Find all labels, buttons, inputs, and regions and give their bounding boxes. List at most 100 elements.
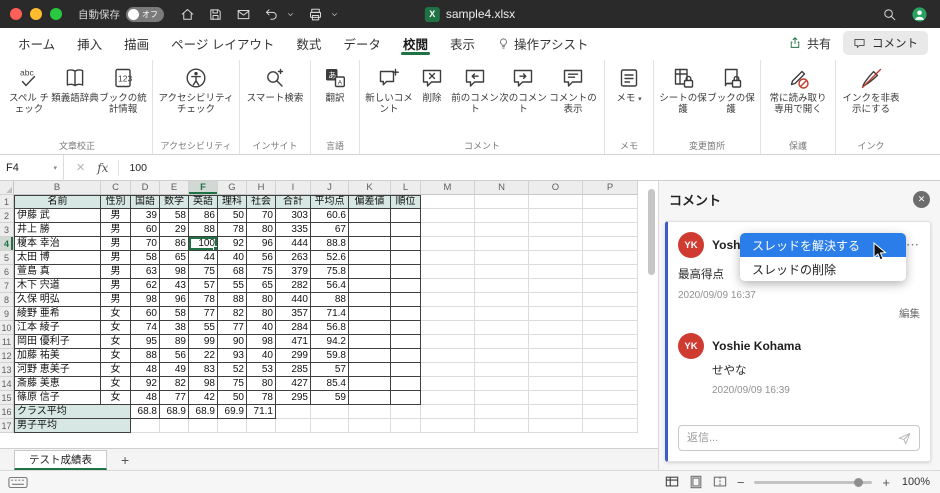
tab-page-layout[interactable]: ページ レイアウト: [171, 28, 274, 58]
cell-H7[interactable]: 65: [247, 279, 276, 293]
print-icon[interactable]: [308, 7, 323, 22]
cell[interactable]: [529, 391, 583, 405]
cell[interactable]: [475, 223, 529, 237]
close-icon[interactable]: ✕: [913, 190, 930, 208]
cell-D3[interactable]: 60: [131, 223, 160, 237]
cell[interactable]: [583, 377, 638, 391]
cell[interactable]: [583, 419, 638, 433]
column-header-N[interactable]: N: [475, 181, 529, 195]
cancel-icon[interactable]: ✕: [76, 161, 85, 174]
cell-B14[interactable]: 斎藤 美恵: [14, 377, 101, 391]
row-header-9[interactable]: 9: [0, 307, 14, 321]
cell-C10[interactable]: 女: [101, 321, 131, 335]
cell[interactable]: [391, 321, 421, 335]
header-cell[interactable]: 偏差値: [349, 195, 391, 209]
cell[interactable]: [421, 209, 475, 223]
cell-I8[interactable]: 440: [276, 293, 311, 307]
cell[interactable]: [276, 419, 311, 433]
cell-H10[interactable]: 40: [247, 321, 276, 335]
cell-I2[interactable]: 303: [276, 209, 311, 223]
cell-F12[interactable]: 22: [189, 349, 218, 363]
notes-button[interactable]: メモ ▾: [610, 60, 648, 104]
cell[interactable]: [475, 363, 529, 377]
cell[interactable]: [583, 251, 638, 265]
cell-H14[interactable]: 80: [247, 377, 276, 391]
cell[interactable]: [583, 293, 638, 307]
column-header-H[interactable]: H: [247, 181, 276, 195]
cell[interactable]: [529, 349, 583, 363]
cell-J10[interactable]: 56.8: [311, 321, 349, 335]
cell-G7[interactable]: 55: [218, 279, 247, 293]
cell-B4[interactable]: 榎本 幸治: [14, 237, 101, 251]
cell[interactable]: [583, 349, 638, 363]
cell-H12[interactable]: 40: [247, 349, 276, 363]
cell[interactable]: [529, 321, 583, 335]
cell-B7[interactable]: 木下 宍道: [14, 279, 101, 293]
cell-F6[interactable]: 75: [189, 265, 218, 279]
cell-I11[interactable]: 471: [276, 335, 311, 349]
chevron-down-icon[interactable]: [330, 10, 339, 19]
column-header-P[interactable]: P: [583, 181, 638, 195]
menu-item-delete-thread[interactable]: スレッドの削除: [740, 257, 906, 281]
cell[interactable]: 68.9: [160, 405, 189, 419]
keyboard-icon[interactable]: [8, 476, 28, 489]
cell-G3[interactable]: 78: [218, 223, 247, 237]
cell-B9[interactable]: 綾野 亜希: [14, 307, 101, 321]
cell[interactable]: [421, 405, 475, 419]
add-sheet-button[interactable]: +: [121, 452, 129, 468]
cell[interactable]: [391, 335, 421, 349]
row-header-7[interactable]: 7: [0, 279, 14, 293]
cell-B15[interactable]: 篠原 信子: [14, 391, 101, 405]
cell-B2[interactable]: 伊藤 武: [14, 209, 101, 223]
header-cell[interactable]: 名前: [14, 195, 101, 209]
cell-E6[interactable]: 98: [160, 265, 189, 279]
cell[interactable]: [529, 377, 583, 391]
cell[interactable]: [421, 363, 475, 377]
cell[interactable]: [349, 293, 391, 307]
workbook-statistics-button[interactable]: 123 ブックの統計情報: [99, 60, 147, 115]
cell-G5[interactable]: 40: [218, 251, 247, 265]
cell[interactable]: [391, 209, 421, 223]
summary-label[interactable]: クラス平均: [14, 405, 131, 419]
cell[interactable]: [529, 195, 583, 209]
zoom-window-button[interactable]: [50, 8, 62, 20]
cell[interactable]: [160, 419, 189, 433]
cell[interactable]: [583, 265, 638, 279]
delete-comment-button[interactable]: 削除: [413, 60, 451, 104]
cell-D4[interactable]: 70: [131, 237, 160, 251]
cell-F15[interactable]: 42: [189, 391, 218, 405]
column-header-L[interactable]: L: [391, 181, 421, 195]
cell-J9[interactable]: 71.4: [311, 307, 349, 321]
row-header-11[interactable]: 11: [0, 335, 14, 349]
cell[interactable]: [529, 279, 583, 293]
column-header-B[interactable]: B: [14, 181, 101, 195]
cell[interactable]: [529, 251, 583, 265]
cell[interactable]: [421, 223, 475, 237]
cell-C6[interactable]: 男: [101, 265, 131, 279]
cell[interactable]: [311, 405, 349, 419]
cell[interactable]: [475, 251, 529, 265]
cell[interactable]: [349, 419, 391, 433]
cell[interactable]: [349, 209, 391, 223]
cell-B6[interactable]: 萱島 真: [14, 265, 101, 279]
cell-F7[interactable]: 57: [189, 279, 218, 293]
cell-I15[interactable]: 295: [276, 391, 311, 405]
cell-E15[interactable]: 77: [160, 391, 189, 405]
cell-G11[interactable]: 90: [218, 335, 247, 349]
cell-G10[interactable]: 77: [218, 321, 247, 335]
cell-H6[interactable]: 75: [247, 265, 276, 279]
cell-G14[interactable]: 75: [218, 377, 247, 391]
row-header-17[interactable]: 17: [0, 419, 14, 433]
cell-D7[interactable]: 62: [131, 279, 160, 293]
save-icon[interactable]: [208, 7, 223, 22]
protect-sheet-button[interactable]: シートの保護: [659, 60, 707, 115]
cell[interactable]: [349, 349, 391, 363]
cell-H15[interactable]: 78: [247, 391, 276, 405]
cell-J7[interactable]: 56.4: [311, 279, 349, 293]
header-cell[interactable]: 数学: [160, 195, 189, 209]
cell[interactable]: [349, 237, 391, 251]
insert-function-button[interactable]: fx: [97, 161, 108, 175]
cell-I10[interactable]: 284: [276, 321, 311, 335]
cell-F10[interactable]: 55: [189, 321, 218, 335]
cell-H13[interactable]: 53: [247, 363, 276, 377]
